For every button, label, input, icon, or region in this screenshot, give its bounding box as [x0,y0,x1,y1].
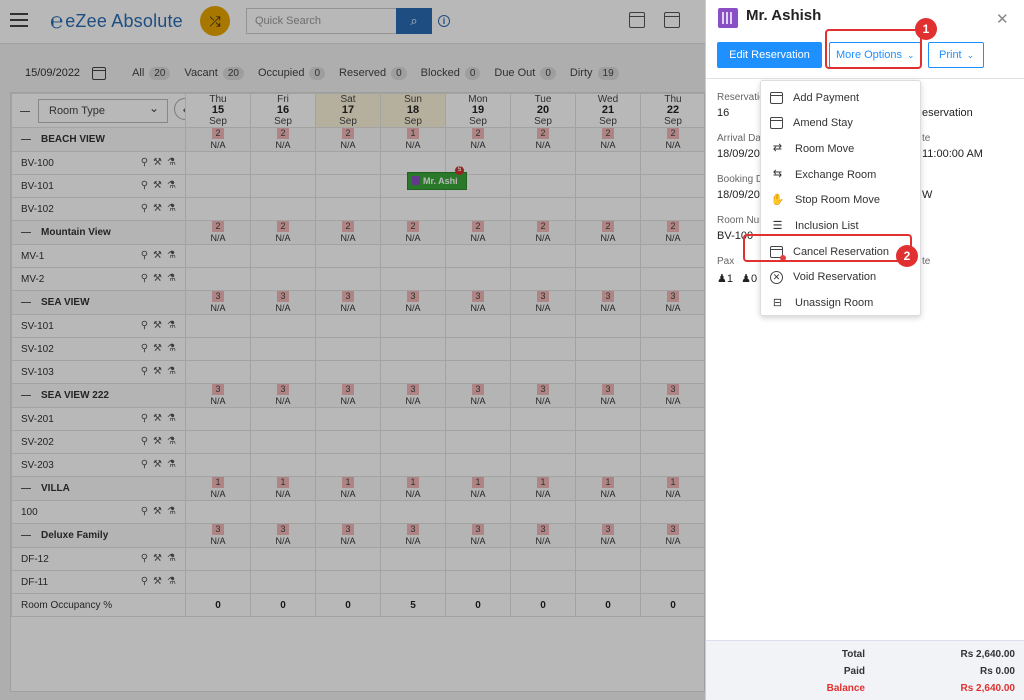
time-value: 11:00:00 AM [922,148,983,160]
highlight-cancel-reservation [743,234,912,262]
balance-row: Balance Rs 2,640.00 [706,683,1024,699]
pax-value: ♟1 ♟0 [717,272,757,285]
callout-1: 1 [915,18,937,40]
menu-item-label: Stop Room Move [795,194,880,207]
totals-box: Total Rs 2,640.00 Paid Rs 0.00 Balance R… [706,640,1024,700]
more-options-menu: Add Payment Amend Stay ⇄ Room Move ⇆ Exchange… [760,80,921,316]
hand-stop-icon: ✋ [770,193,785,206]
booking-badge: 5 [455,166,464,175]
list-plate-icon: ☰ [772,219,783,232]
edit-reservation-button[interactable]: Edit Reservation [717,42,822,68]
guest-building-icon [718,8,738,28]
callout-2: 2 [896,245,918,267]
menu-item-stop-room-move[interactable]: ✋ Stop Room Move [761,188,922,213]
bed-unassign-icon: ⊟ [772,296,783,309]
print-button[interactable]: Print ⌄ [928,42,984,68]
pax-label: Pax [717,256,735,267]
menu-item-label: Room Move [795,142,855,155]
modal-overlay[interactable] [0,0,705,700]
close-icon[interactable]: ✕ [996,10,1009,28]
reservation-value: 16 [717,107,730,119]
menu-item-room-move[interactable]: ⇄ Room Move [761,136,922,161]
paid-row: Paid Rs 0.00 [706,666,1024,682]
menu-item-label: Inclusion List [795,220,859,232]
menu-item-exchange-room[interactable]: ⇆ Exchange Room [761,162,922,187]
menu-item-label: Unassign Room [795,297,874,310]
total-label: Total [841,649,865,660]
balance-label: Balance [826,683,865,694]
guest-name: Mr. Ashish [746,7,822,24]
calendar-edit-icon [770,117,783,130]
menu-item-label: Amend Stay [793,117,853,130]
bed-exchange-icon: ⇆ [772,168,783,181]
child-icon: ♟ [741,273,751,285]
menu-item-label: Void Reservation [793,271,877,284]
payment-card-icon [770,91,783,104]
paid-value: Rs 0.00 [979,666,1015,677]
menu-item-label: Add Payment [793,91,860,104]
booking-date-value: 18/09/20 [717,189,760,201]
void-circle-icon: ✕ [770,270,783,284]
menu-item-amend-stay[interactable]: Amend Stay [761,111,922,136]
menu-item-add-payment[interactable]: Add Payment [761,85,922,110]
arrival-label: Arrival Dat [717,133,764,144]
booking-block[interactable]: Mr. Ashi 5 [407,166,467,190]
chevron-down-icon: ⌄ [966,50,975,60]
menu-item-label: Exchange Room [795,168,877,181]
balance-value: Rs 2,640.00 [960,683,1016,694]
booking-source-value: W [922,189,933,201]
total-row: Total Rs 2,640.00 [706,649,1024,665]
divider [706,78,1024,79]
bed-move-icon: ⇄ [772,142,783,155]
paid-label: Paid [843,666,865,677]
menu-item-unassign-room[interactable]: ⊟ Unassign Room [761,291,922,316]
adult-icon: ♟ [717,273,727,285]
total-value: Rs 2,640.00 [960,649,1016,660]
menu-item-void-reservation[interactable]: ✕ Void Reservation [761,265,922,290]
arrival-value: 18/09/20 [717,148,760,160]
print-label: Print [939,49,962,61]
pax-children: 0 [750,273,758,285]
booking-label: Mr. Ashi [423,176,458,186]
guest-icon [412,176,420,185]
pax-adults: 1 [726,273,733,285]
date-label: te [922,256,931,267]
reservation-text: eservation [922,107,973,119]
time-label: te [922,133,931,144]
highlight-more-options [825,29,922,69]
